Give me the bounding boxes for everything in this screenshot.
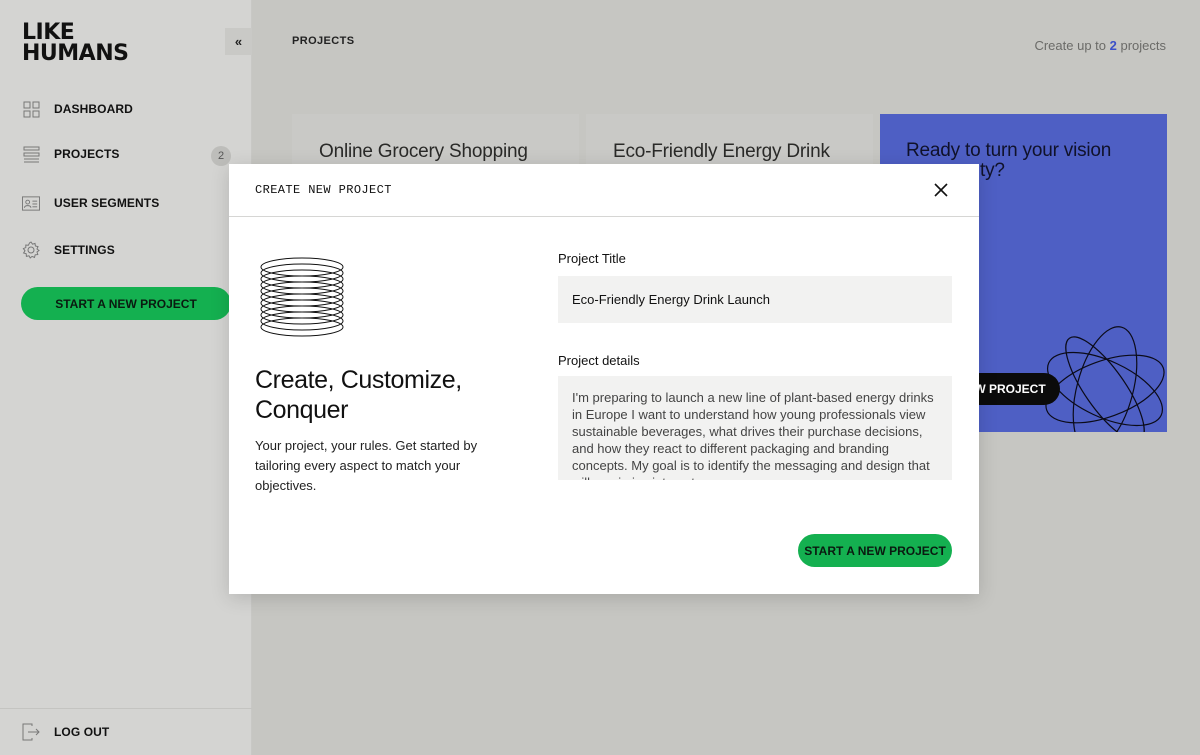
hero-line-2: Conquer bbox=[255, 396, 349, 424]
modal-hero-description: Your project, your rules. Get started by… bbox=[255, 438, 478, 493]
hero-line-1: Create, Customize, bbox=[255, 366, 462, 394]
project-title-label: Project Title bbox=[558, 251, 626, 266]
project-details-textarea[interactable]: I'm preparing to launch a new line of pl… bbox=[558, 376, 952, 480]
create-project-modal: CREATE NEW PROJECT Create, Customize, Co… bbox=[229, 164, 979, 594]
stacked-rings-icon bbox=[260, 257, 344, 337]
modal-title: CREATE NEW PROJECT bbox=[255, 183, 392, 197]
modal-header: CREATE NEW PROJECT bbox=[229, 164, 979, 217]
close-icon bbox=[934, 183, 948, 197]
submit-new-project-button[interactable]: START A NEW PROJECT bbox=[798, 534, 952, 567]
project-details-label: Project details bbox=[558, 353, 640, 368]
modal-hero-heading: Create, Customize, Conquer bbox=[255, 365, 462, 425]
close-modal-button[interactable] bbox=[932, 181, 950, 199]
project-title-input[interactable] bbox=[558, 276, 952, 323]
